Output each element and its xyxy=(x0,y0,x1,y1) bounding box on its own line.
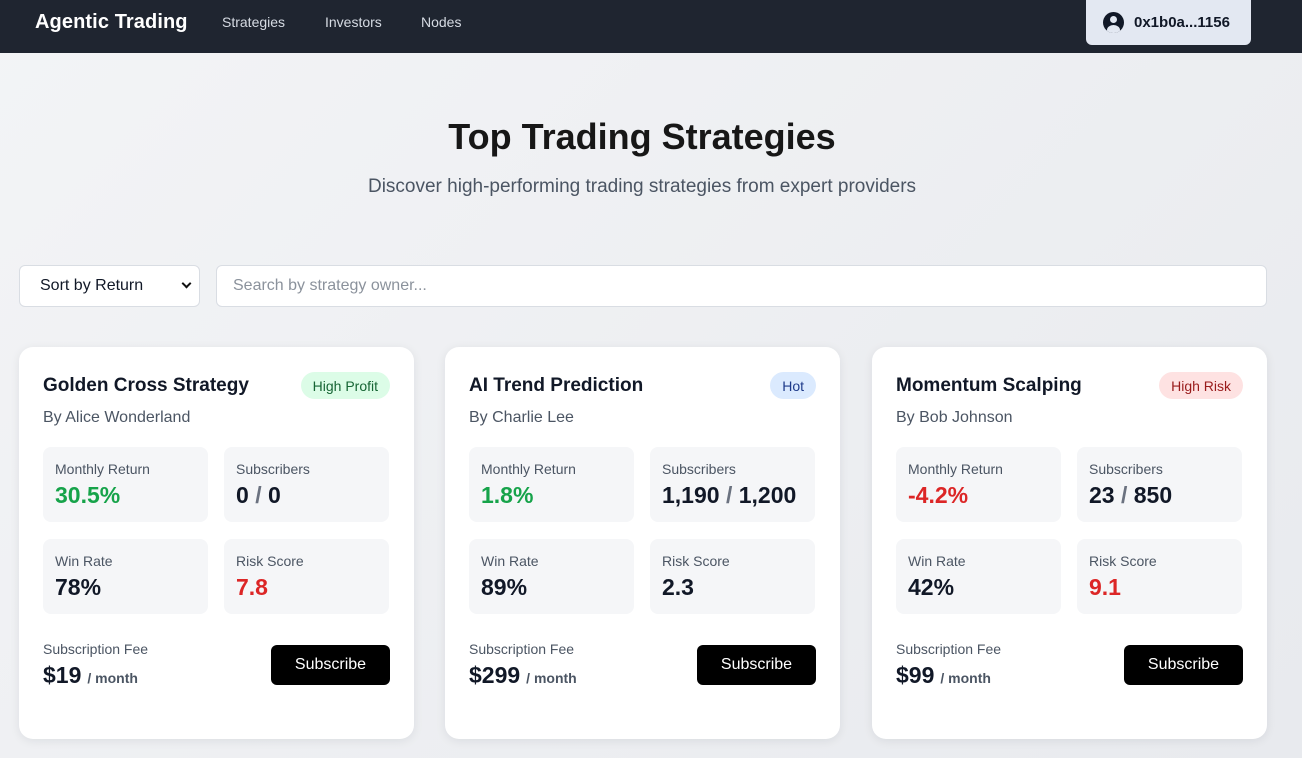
win-rate-value: 42% xyxy=(908,574,955,600)
subscribers-separator: / xyxy=(1120,482,1128,508)
fee-label: Subscription Fee xyxy=(469,641,575,657)
strategy-card: AI Trend Prediction Hot By Charlie Lee M… xyxy=(445,347,840,739)
fee-row: $19 / month xyxy=(43,662,138,689)
subscribers-separator: / xyxy=(255,482,262,508)
stat-label: Monthly Return xyxy=(481,461,576,477)
monthly-return-value: 1.8% xyxy=(481,482,534,508)
subscribers-max: 850 xyxy=(1133,482,1173,508)
strategy-owner: By Alice Wonderland xyxy=(43,409,191,426)
stat-risk-score: Risk Score 2.3 xyxy=(650,539,815,614)
stat-label: Monthly Return xyxy=(55,461,150,477)
strategy-owner: By Bob Johnson xyxy=(896,409,1013,426)
strategy-card: Golden Cross Strategy High Profit By Ali… xyxy=(19,347,414,739)
sort-selected-value: Sort by Return xyxy=(40,277,144,294)
fee-period: / month xyxy=(526,670,577,686)
strategy-name: AI Trend Prediction xyxy=(469,375,644,396)
stat-win-rate: Win Rate 42% xyxy=(896,539,1061,614)
stat-risk-score: Risk Score 7.8 xyxy=(224,539,389,614)
stat-label: Win Rate xyxy=(481,553,539,569)
stat-risk-score: Risk Score 9.1 xyxy=(1077,539,1242,614)
stat-label: Risk Score xyxy=(236,553,304,569)
monthly-return-value: 30.5% xyxy=(55,482,121,508)
risk-score-value: 7.8 xyxy=(236,574,268,600)
subscribers-current: 1,190 xyxy=(662,482,720,508)
stat-win-rate: Win Rate 89% xyxy=(469,539,634,614)
monthly-return-value: -4.2% xyxy=(908,482,969,508)
subscribers-current: 23 xyxy=(1089,482,1115,508)
strategy-name: Momentum Scalping xyxy=(896,375,1082,396)
sort-select[interactable]: Sort by Return xyxy=(19,265,200,307)
subscribers-value: 23 / 850 xyxy=(1089,482,1172,509)
subscribe-button[interactable]: Subscribe xyxy=(271,645,390,685)
user-circle-icon xyxy=(1103,12,1124,33)
subscribers-max: 0 xyxy=(267,482,281,508)
fee-amount: $99 xyxy=(896,662,935,688)
nav-link-nodes[interactable]: Nodes xyxy=(421,14,461,30)
strategy-owner: By Charlie Lee xyxy=(469,409,574,426)
fee-row: $99 / month xyxy=(896,662,991,689)
brand-logo[interactable]: Agentic Trading xyxy=(35,11,188,34)
wallet-address: 0x1b0a...1156 xyxy=(1134,14,1230,31)
stat-monthly-return: Monthly Return 30.5% xyxy=(43,447,208,522)
fee-period: / month xyxy=(87,670,138,686)
subscribe-button[interactable]: Subscribe xyxy=(697,645,816,685)
strategy-badge: High Profit xyxy=(300,372,390,399)
subscribers-value: 0 / 0 xyxy=(236,482,281,509)
strategy-name: Golden Cross Strategy xyxy=(43,375,249,396)
stat-label: Subscribers xyxy=(1089,461,1163,477)
stat-label: Monthly Return xyxy=(908,461,1003,477)
win-rate-value: 89% xyxy=(481,574,528,600)
stat-label: Subscribers xyxy=(662,461,736,477)
risk-score-value: 9.1 xyxy=(1089,574,1121,600)
page-subtitle: Discover high-performing trading strateg… xyxy=(367,176,917,197)
strategy-card: Momentum Scalping High Risk By Bob Johns… xyxy=(872,347,1267,739)
stat-monthly-return: Monthly Return 1.8% xyxy=(469,447,634,522)
fee-amount: $299 xyxy=(469,662,521,688)
fee-period: / month xyxy=(940,670,991,686)
stat-subscribers: Subscribers 23 / 850 xyxy=(1077,447,1242,522)
stat-label: Win Rate xyxy=(908,553,966,569)
stat-label: Subscribers xyxy=(236,461,310,477)
nav-link-investors[interactable]: Investors xyxy=(325,14,382,30)
fee-label: Subscription Fee xyxy=(896,641,1002,657)
fee-label: Subscription Fee xyxy=(43,641,149,657)
subscribers-separator: / xyxy=(725,482,733,508)
strategy-badge: Hot xyxy=(770,372,816,399)
stat-subscribers: Subscribers 0 / 0 xyxy=(224,447,389,522)
search-input[interactable] xyxy=(216,265,1267,307)
subscribers-max: 1,200 xyxy=(738,482,797,508)
stat-monthly-return: Monthly Return -4.2% xyxy=(896,447,1061,522)
subscribers-current: 0 xyxy=(236,482,249,508)
nav-link-strategies[interactable]: Strategies xyxy=(222,14,285,30)
strategy-badge: High Risk xyxy=(1159,372,1243,399)
chevron-down-icon xyxy=(181,278,192,289)
stat-win-rate: Win Rate 78% xyxy=(43,539,208,614)
risk-score-value: 2.3 xyxy=(662,574,694,600)
wallet-button[interactable]: 0x1b0a...1156 xyxy=(1086,0,1251,45)
stat-label: Win Rate xyxy=(55,553,113,569)
subscribe-button[interactable]: Subscribe xyxy=(1124,645,1243,685)
fee-row: $299 / month xyxy=(469,662,577,689)
stat-label: Risk Score xyxy=(662,553,730,569)
stat-subscribers: Subscribers 1,190 / 1,200 xyxy=(650,447,815,522)
page-title: Top Trading Strategies xyxy=(448,116,836,157)
fee-amount: $19 xyxy=(43,662,82,688)
top-navbar: Agentic Trading Strategies Investors Nod… xyxy=(0,0,1302,53)
subscribers-value: 1,190 / 1,200 xyxy=(662,482,796,509)
win-rate-value: 78% xyxy=(55,574,102,600)
stat-label: Risk Score xyxy=(1089,553,1157,569)
